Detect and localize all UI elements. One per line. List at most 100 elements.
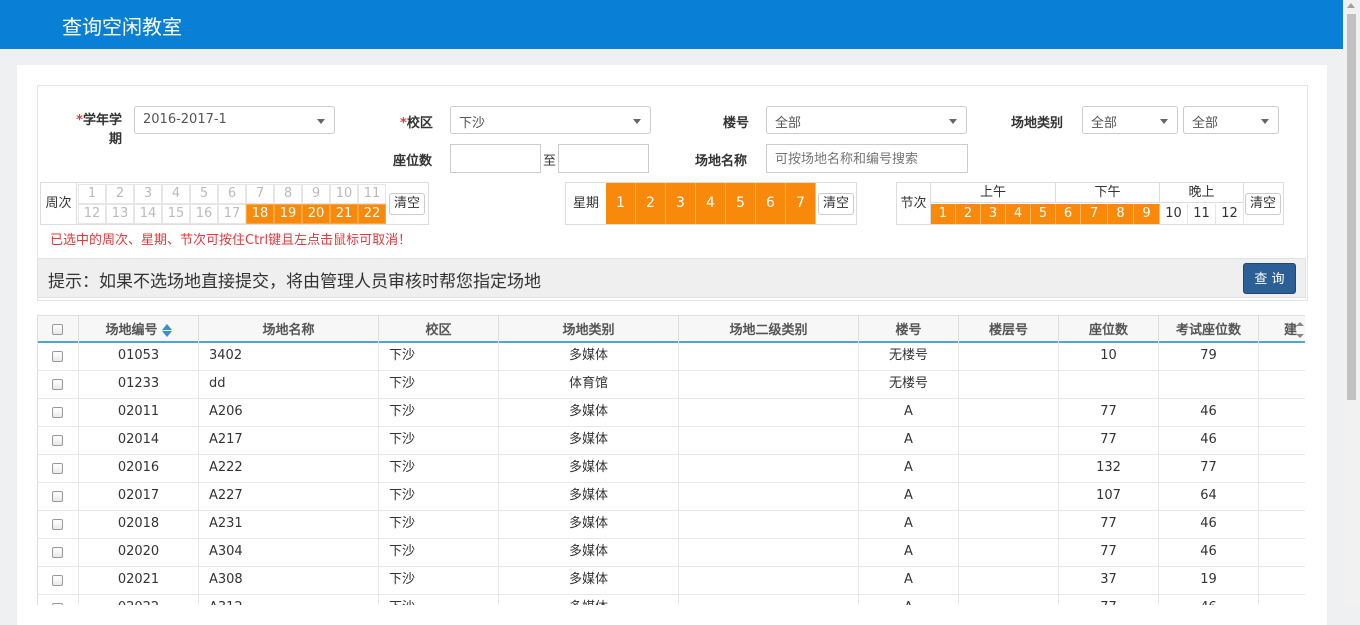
week-cell[interactable]: 6 xyxy=(218,184,246,204)
building-select[interactable]: 全部 xyxy=(766,106,967,134)
period-cell[interactable]: 11 xyxy=(1188,204,1216,224)
week-cell[interactable]: 17 xyxy=(218,204,246,224)
week-cell[interactable]: 7 xyxy=(246,184,274,204)
period-cell[interactable]: 1 xyxy=(931,204,956,224)
week-cell[interactable]: 20 xyxy=(302,204,330,224)
table-row[interactable]: 02017 A227 下沙 多媒体 A 107 64 xyxy=(38,483,1305,511)
weekday-cell[interactable]: 1 xyxy=(606,183,636,224)
weekday-cell[interactable]: 3 xyxy=(666,183,696,224)
venue-name-search-input[interactable] xyxy=(766,144,968,173)
seats-min-input[interactable] xyxy=(450,144,541,173)
week-cell[interactable]: 5 xyxy=(190,184,218,204)
weeks-clear-button[interactable]: 清空 xyxy=(389,193,425,215)
week-cell[interactable]: 13 xyxy=(106,204,134,224)
weekday-clear-button[interactable]: 清空 xyxy=(818,193,854,215)
page-title: 查询空闲教室 xyxy=(62,15,182,39)
week-cell[interactable]: 16 xyxy=(190,204,218,224)
row-checkbox[interactable] xyxy=(52,575,63,586)
week-cell[interactable]: 10 xyxy=(330,184,358,204)
table-row[interactable]: 02021 A308 下沙 多媒体 A 37 19 xyxy=(38,567,1305,595)
week-cell[interactable]: 19 xyxy=(274,204,302,224)
week-cell[interactable]: 21 xyxy=(330,204,358,224)
row-checkbox[interactable] xyxy=(52,519,63,530)
venue-type-select[interactable]: 全部 xyxy=(1082,106,1178,134)
sort-icon[interactable] xyxy=(161,324,172,337)
col-header-exam-seats[interactable]: 考试座位数 xyxy=(1159,316,1259,343)
col-header-floor[interactable]: 楼层号 xyxy=(959,316,1059,343)
table-row[interactable]: 02016 A222 下沙 多媒体 A 132 77 xyxy=(38,455,1305,483)
seats-cell: 77 xyxy=(1059,399,1159,426)
week-cell[interactable]: 15 xyxy=(162,204,190,224)
col-header-venue-name[interactable]: 场地名称 xyxy=(199,316,379,343)
venue-table: 场地编号 场地名称 校区 场地类别 场地二级类别 楼号 楼层号 座位数 考试座位… xyxy=(37,315,1305,605)
venue-subtype-cell xyxy=(679,343,859,370)
venue-name-cell: A206 xyxy=(199,399,379,426)
col-header-seats[interactable]: 座位数 xyxy=(1059,316,1159,343)
col-header-campus[interactable]: 校区 xyxy=(379,316,499,343)
period-cell[interactable]: 12 xyxy=(1216,204,1244,224)
col-header-building[interactable]: 楼号 xyxy=(859,316,959,343)
period-cell[interactable]: 6 xyxy=(1056,204,1081,224)
period-cell[interactable]: 4 xyxy=(1006,204,1031,224)
row-checkbox[interactable] xyxy=(52,351,63,362)
venue-subtype-cell xyxy=(679,539,859,566)
table-row[interactable]: 02018 A231 下沙 多媒体 A 77 46 xyxy=(38,511,1305,539)
scrollbar-thumb[interactable] xyxy=(1347,14,1356,400)
col-header-venue-type[interactable]: 场地类别 xyxy=(499,316,679,343)
row-checkbox[interactable] xyxy=(52,491,63,502)
week-cell[interactable]: 22 xyxy=(358,204,386,224)
period-cell[interactable]: 8 xyxy=(1108,204,1134,224)
campus-select[interactable]: 下沙 xyxy=(450,106,651,134)
col-header-venue-subtype[interactable]: 场地二级类别 xyxy=(679,316,859,343)
table-row[interactable]: 02022A312下沙多媒体 A 7746 xyxy=(38,595,1305,605)
period-cell[interactable]: 9 xyxy=(1134,204,1160,224)
building-cell: A xyxy=(859,399,959,426)
table-row[interactable]: 01233 dd 下沙 体育馆 无楼号 xyxy=(38,371,1305,399)
table-row[interactable]: 02020 A304 下沙 多媒体 A 77 46 xyxy=(38,539,1305,567)
weekday-cell[interactable]: 5 xyxy=(726,183,756,224)
table-row[interactable]: 02014 A217 下沙 多媒体 A 77 46 xyxy=(38,427,1305,455)
table-scroll-arrows-icon[interactable] xyxy=(1295,318,1305,342)
venue-subtype-select[interactable]: 全部 xyxy=(1183,106,1279,134)
table-row[interactable]: 02011 A206 下沙 多媒体 A 77 46 xyxy=(38,399,1305,427)
period-cell[interactable]: 10 xyxy=(1160,204,1188,224)
period-clear-button[interactable]: 清空 xyxy=(1245,193,1281,215)
row-checkbox[interactable] xyxy=(52,435,63,446)
week-cell[interactable]: 2 xyxy=(106,184,134,204)
scroll-up-arrow-icon[interactable] xyxy=(1347,3,1355,8)
week-cell[interactable]: 4 xyxy=(162,184,190,204)
weekday-cell[interactable]: 6 xyxy=(756,183,786,224)
week-cell[interactable]: 12 xyxy=(78,204,106,224)
period-cell[interactable]: 3 xyxy=(981,204,1006,224)
weekday-cell[interactable]: 2 xyxy=(636,183,666,224)
col-header-venue-code[interactable]: 场地编号 xyxy=(79,316,199,343)
row-checkbox[interactable] xyxy=(52,379,63,390)
extra-cell xyxy=(1259,595,1305,605)
table-row[interactable]: 01053 3402 下沙 多媒体 无楼号 10 79 xyxy=(38,343,1305,371)
week-cell[interactable]: 11 xyxy=(358,184,386,204)
period-label: 节次 xyxy=(897,183,931,224)
query-button[interactable]: 查 询 xyxy=(1243,263,1296,294)
row-checkbox[interactable] xyxy=(52,407,63,418)
period-cell[interactable]: 2 xyxy=(956,204,981,224)
term-select[interactable]: 2016-2017-1 xyxy=(134,106,335,134)
seats-range-separator: 至 xyxy=(543,154,557,169)
weekday-cell[interactable]: 4 xyxy=(696,183,726,224)
weekday-cell[interactable]: 7 xyxy=(786,183,816,224)
select-all-checkbox[interactable] xyxy=(52,324,63,335)
week-cell[interactable]: 18 xyxy=(246,204,274,224)
week-cell[interactable]: 9 xyxy=(302,184,330,204)
campus-cell: 下沙 xyxy=(379,595,499,605)
week-cell[interactable]: 1 xyxy=(78,184,106,204)
week-cell[interactable]: 14 xyxy=(134,204,162,224)
venue-subtype-cell xyxy=(679,567,859,594)
row-checkbox-cell xyxy=(38,455,79,482)
page-scrollbar[interactable] xyxy=(1343,0,1360,605)
week-cell[interactable]: 3 xyxy=(134,184,162,204)
period-cell[interactable]: 7 xyxy=(1081,204,1108,224)
row-checkbox[interactable] xyxy=(52,547,63,558)
period-cell[interactable]: 5 xyxy=(1031,204,1056,224)
seats-max-input[interactable] xyxy=(558,144,649,173)
row-checkbox[interactable] xyxy=(52,463,63,474)
week-cell[interactable]: 8 xyxy=(274,184,302,204)
